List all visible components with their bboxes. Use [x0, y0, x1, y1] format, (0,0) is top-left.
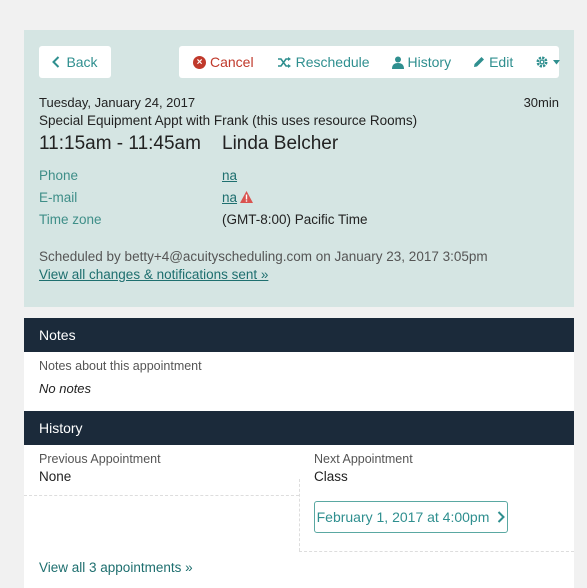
warning-icon	[240, 191, 254, 203]
cancel-button[interactable]: × Cancel	[193, 54, 254, 70]
email-label: E-mail	[39, 190, 78, 205]
user-icon	[391, 56, 404, 69]
action-toolbar: × Cancel Reschedule History Edit	[179, 46, 561, 78]
history-section: Previous Appointment None Next Appointme…	[24, 445, 574, 588]
appointment-date: Tuesday, January 24, 2017	[39, 95, 196, 110]
timezone-label: Time zone	[39, 212, 102, 227]
next-appointment-button[interactable]: February 1, 2017 at 4:00pm	[314, 501, 508, 533]
reschedule-button[interactable]: Reschedule	[277, 54, 370, 70]
reschedule-label: Reschedule	[295, 54, 370, 70]
phone-link[interactable]: na	[222, 168, 237, 183]
scheduled-by: Scheduled by betty+4@acuityscheduling.co…	[39, 249, 488, 264]
next-appointment-button-label: February 1, 2017 at 4:00pm	[316, 509, 490, 525]
gear-icon	[536, 56, 548, 68]
notes-header: Notes	[24, 318, 574, 352]
email-link[interactable]: na	[222, 190, 237, 205]
previous-appointment-label: Previous Appointment	[39, 452, 161, 466]
back-button[interactable]: Back	[39, 46, 111, 78]
notes-value: No notes	[39, 381, 92, 396]
cancel-label: Cancel	[210, 54, 254, 70]
pencil-icon	[474, 57, 485, 67]
appointment-panel: Back × Cancel Reschedule History Edit Tu…	[24, 30, 574, 307]
appointment-type: Special Equipment Appt with Frank (this …	[39, 113, 418, 128]
view-changes-text: View all changes & notifications sent »	[39, 267, 269, 282]
timezone-value: (GMT-8:00) Pacific Time	[222, 212, 368, 227]
history-button[interactable]: History	[391, 54, 452, 70]
view-all-appointments-link[interactable]: View all 3 appointments »	[39, 560, 193, 575]
phone-label: Phone	[39, 168, 79, 183]
previous-appointment-value: None	[39, 469, 72, 484]
history-label: History	[407, 54, 452, 70]
client-name: Linda Belcher	[222, 133, 339, 154]
phone-value: na	[222, 168, 237, 183]
email-value: na	[222, 190, 254, 205]
divider	[24, 495, 299, 496]
notes-section: Notes about this appointment No notes	[24, 352, 574, 411]
shuffle-icon	[277, 56, 291, 68]
settings-dropdown[interactable]	[535, 55, 561, 69]
chevron-left-icon	[52, 56, 60, 68]
notes-label: Notes about this appointment	[39, 359, 202, 373]
edit-button[interactable]: Edit	[473, 54, 513, 70]
cancel-circle-icon: ×	[193, 55, 206, 69]
edit-label: Edit	[489, 54, 514, 70]
appointment-time: 11:15am - 11:45am	[39, 133, 201, 154]
next-appointment-label: Next Appointment	[314, 452, 413, 466]
caret-down-icon	[553, 59, 561, 64]
view-changes-link[interactable]: View all changes & notifications sent »	[39, 267, 268, 282]
appointment-duration: 30min	[523, 95, 559, 110]
column-divider	[299, 479, 300, 551]
divider	[299, 551, 574, 552]
history-header: History	[24, 411, 574, 445]
back-label: Back	[66, 54, 98, 70]
chevron-right-icon	[498, 511, 506, 523]
next-appointment-value: Class	[314, 469, 348, 484]
